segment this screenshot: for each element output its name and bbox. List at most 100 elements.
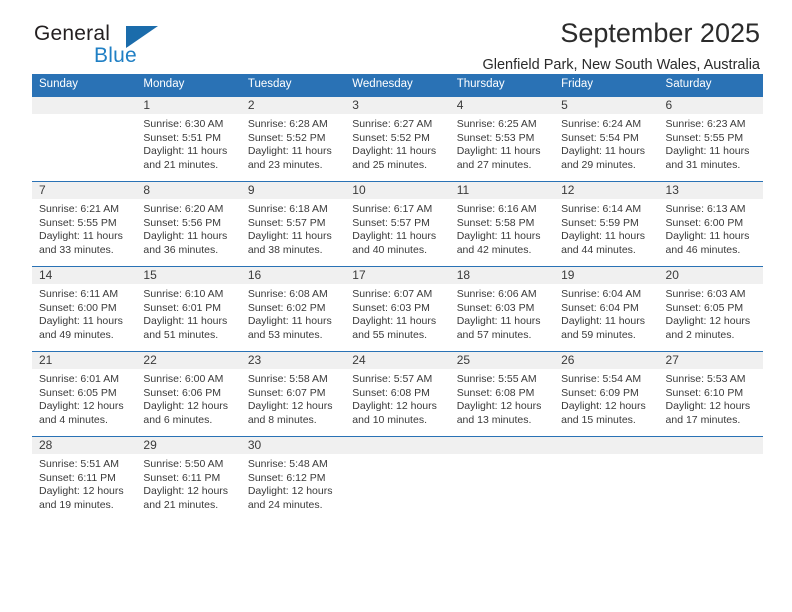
calendar-day-cell[interactable]: 14 Sunrise: 6:11 AM Sunset: 6:00 PM Dayligh… — [32, 266, 137, 352]
weekday-header-saturday: Saturday — [658, 74, 763, 97]
daylight-duration-cont: and 8 minutes. — [247, 413, 317, 426]
page-header: General Blue September 2025 Glenfield Pa… — [30, 0, 762, 74]
calendar-day-cell[interactable]: 6 Sunrise: 6:23 AM Sunset: 5:55 PM Daylight… — [658, 96, 763, 182]
daylight-duration-cont: and 25 minutes. — [352, 158, 427, 171]
day-details — [450, 454, 554, 458]
sunset-time: Sunset: 6:08 PM — [352, 386, 430, 399]
day-details: Sunrise: 6:27 AM Sunset: 5:52 PM Daylight:… — [345, 114, 449, 172]
day-cell-content: 20 Sunrise: 6:03 AM Sunset: 6:05 PM Dayligh… — [658, 267, 763, 351]
calendar-day-cell[interactable]: 15 Sunrise: 6:10 AM Sunset: 6:01 PM Dayligh… — [136, 266, 241, 352]
daylight-duration-cont: and 23 minutes. — [247, 158, 323, 171]
sunset-time: Sunset: 5:52 PM — [352, 131, 430, 144]
day-number — [658, 437, 763, 454]
weekday-header-thursday: Thursday — [449, 74, 555, 97]
day-cell-content: 7 Sunrise: 6:21 AM Sunset: 5:55 PM Daylight… — [32, 182, 137, 266]
calendar-day-cell[interactable]: 12 Sunrise: 6:14 AM Sunset: 5:59 PM Dayligh… — [554, 181, 659, 267]
sunrise-time: Sunrise: 6:21 AM — [39, 203, 119, 215]
calendar-day-cell[interactable]: 23 Sunrise: 5:58 AM Sunset: 6:07 PM Dayligh… — [240, 351, 346, 437]
daylight-duration-cont: and 49 minutes. — [39, 328, 114, 341]
day-details: Sunrise: 6:11 AM Sunset: 6:00 PM Daylight:… — [32, 284, 136, 342]
calendar-day-cell[interactable]: 26 Sunrise: 5:54 AM Sunset: 6:09 PM Dayligh… — [554, 351, 659, 437]
sunset-time: Sunset: 6:10 PM — [665, 386, 744, 399]
calendar-week-row: 28 Sunrise: 5:51 AM Sunset: 6:11 PM Dayligh… — [32, 436, 763, 521]
calendar-empty-cell — [449, 436, 555, 521]
weekday-header-monday: Monday — [136, 74, 241, 97]
day-cell-content: 26 Sunrise: 5:54 AM Sunset: 6:09 PM Dayligh… — [554, 352, 659, 436]
daylight-duration-cont: and 6 minutes. — [143, 413, 213, 426]
sunset-time: Sunset: 6:02 PM — [247, 301, 326, 314]
daylight-duration-cont: and 24 minutes. — [247, 498, 323, 511]
calendar-day-cell[interactable]: 21 Sunrise: 6:01 AM Sunset: 6:05 PM Dayligh… — [32, 351, 137, 437]
day-cell-content: 16 Sunrise: 6:08 AM Sunset: 6:02 PM Dayligh… — [240, 267, 346, 351]
day-details: Sunrise: 6:18 AM Sunset: 5:57 PM Daylight:… — [241, 199, 345, 257]
calendar-day-cell[interactable]: 19 Sunrise: 6:04 AM Sunset: 6:04 PM Dayligh… — [554, 266, 659, 352]
daylight-duration: Daylight: 11 hours — [143, 315, 228, 328]
calendar-day-cell[interactable]: 4 Sunrise: 6:25 AM Sunset: 5:53 PM Daylight… — [449, 96, 555, 182]
day-details: Sunrise: 5:53 AM Sunset: 6:10 PM Daylight:… — [659, 369, 763, 427]
daylight-duration-cont: and 40 minutes. — [352, 243, 427, 256]
calendar-day-cell[interactable]: 30 Sunrise: 5:48 AM Sunset: 6:12 PM Dayligh… — [240, 436, 346, 521]
sunset-time: Sunset: 6:00 PM — [39, 301, 117, 314]
sunset-time: Sunset: 6:03 PM — [352, 301, 430, 314]
daylight-duration: Daylight: 12 hours — [665, 400, 751, 413]
calendar-day-cell[interactable]: 28 Sunrise: 5:51 AM Sunset: 6:11 PM Dayligh… — [32, 436, 137, 521]
calendar-day-cell[interactable]: 29 Sunrise: 5:50 AM Sunset: 6:11 PM Dayligh… — [136, 436, 241, 521]
day-details: Sunrise: 6:20 AM Sunset: 5:56 PM Daylight:… — [136, 199, 240, 257]
day-number: 17 — [345, 267, 450, 284]
day-details: Sunrise: 5:51 AM Sunset: 6:11 PM Daylight:… — [32, 454, 136, 512]
sunrise-time: Sunrise: 6:10 AM — [143, 288, 224, 300]
calendar-day-cell[interactable]: 13 Sunrise: 6:13 AM Sunset: 6:00 PM Dayligh… — [658, 181, 763, 267]
sunset-time: Sunset: 6:05 PM — [665, 301, 744, 314]
calendar-day-cell[interactable]: 1 Sunrise: 6:30 AM Sunset: 5:51 PM Daylight… — [136, 96, 241, 182]
calendar-day-cell[interactable]: 2 Sunrise: 6:28 AM Sunset: 5:52 PM Daylight… — [240, 96, 346, 182]
daylight-duration: Daylight: 11 hours — [456, 315, 541, 328]
day-cell-content: 25 Sunrise: 5:55 AM Sunset: 6:08 PM Dayligh… — [449, 352, 555, 436]
sunrise-time: Sunrise: 6:03 AM — [665, 288, 746, 300]
calendar-day-cell[interactable]: 18 Sunrise: 6:06 AM Sunset: 6:03 PM Dayligh… — [449, 266, 555, 352]
sunset-time: Sunset: 5:53 PM — [456, 131, 535, 144]
calendar-day-cell[interactable]: 22 Sunrise: 6:00 AM Sunset: 6:06 PM Dayligh… — [136, 351, 241, 437]
calendar-day-cell[interactable]: 7 Sunrise: 6:21 AM Sunset: 5:55 PM Daylight… — [32, 181, 137, 267]
daylight-duration: Daylight: 11 hours — [39, 315, 123, 328]
calendar-day-cell[interactable]: 5 Sunrise: 6:24 AM Sunset: 5:54 PM Daylight… — [554, 96, 659, 182]
calendar-day-cell[interactable]: 24 Sunrise: 5:57 AM Sunset: 6:08 PM Dayligh… — [345, 351, 450, 437]
day-cell-content: 14 Sunrise: 6:11 AM Sunset: 6:00 PM Dayligh… — [32, 267, 137, 351]
sunrise-time: Sunrise: 6:13 AM — [665, 203, 746, 215]
sunset-time: Sunset: 6:04 PM — [561, 301, 639, 314]
sunrise-time: Sunrise: 6:16 AM — [456, 203, 537, 215]
day-number: 5 — [554, 97, 659, 114]
calendar-day-cell[interactable]: 3 Sunrise: 6:27 AM Sunset: 5:52 PM Daylight… — [345, 96, 450, 182]
day-cell-content: 10 Sunrise: 6:17 AM Sunset: 5:57 PM Dayligh… — [345, 182, 450, 266]
day-details: Sunrise: 6:01 AM Sunset: 6:05 PM Daylight:… — [32, 369, 136, 427]
sunrise-time: Sunrise: 6:11 AM — [39, 288, 119, 300]
calendar-day-cell[interactable]: 16 Sunrise: 6:08 AM Sunset: 6:02 PM Dayligh… — [240, 266, 346, 352]
daylight-duration-cont: and 21 minutes. — [143, 498, 219, 511]
brand-name-general: General — [34, 22, 111, 45]
brand-logo[interactable]: General Blue — [34, 22, 214, 72]
day-cell-content: 18 Sunrise: 6:06 AM Sunset: 6:03 PM Dayligh… — [449, 267, 555, 351]
daylight-duration-cont: and 57 minutes. — [456, 328, 532, 341]
day-details: Sunrise: 6:10 AM Sunset: 6:01 PM Daylight:… — [136, 284, 240, 342]
day-details: Sunrise: 6:17 AM Sunset: 5:57 PM Daylight:… — [345, 199, 449, 257]
day-number: 13 — [658, 182, 763, 199]
calendar-day-cell[interactable]: 8 Sunrise: 6:20 AM Sunset: 5:56 PM Daylight… — [136, 181, 241, 267]
day-number: 4 — [449, 97, 555, 114]
sunset-time: Sunset: 6:09 PM — [561, 386, 639, 399]
day-details: Sunrise: 6:13 AM Sunset: 6:00 PM Daylight:… — [659, 199, 763, 257]
daylight-duration: Daylight: 12 hours — [247, 400, 333, 413]
day-cell-content: 30 Sunrise: 5:48 AM Sunset: 6:12 PM Dayligh… — [240, 437, 346, 521]
sunset-time: Sunset: 6:06 PM — [143, 386, 222, 399]
day-number — [345, 437, 450, 454]
day-number: 24 — [345, 352, 450, 369]
calendar-week-row: 21 Sunrise: 6:01 AM Sunset: 6:05 PM Dayligh… — [32, 351, 763, 437]
daylight-duration: Daylight: 12 hours — [143, 400, 229, 413]
calendar-day-cell[interactable]: 25 Sunrise: 5:55 AM Sunset: 6:08 PM Dayligh… — [449, 351, 555, 437]
daylight-duration-cont: and 55 minutes. — [352, 328, 427, 341]
calendar-day-cell[interactable]: 17 Sunrise: 6:07 AM Sunset: 6:03 PM Dayligh… — [345, 266, 450, 352]
calendar-day-cell[interactable]: 9 Sunrise: 6:18 AM Sunset: 5:57 PM Daylight… — [240, 181, 346, 267]
calendar-day-cell[interactable]: 20 Sunrise: 6:03 AM Sunset: 6:05 PM Dayligh… — [658, 266, 763, 352]
calendar-day-cell[interactable]: 10 Sunrise: 6:17 AM Sunset: 5:57 PM Dayligh… — [345, 181, 450, 267]
calendar-day-cell[interactable]: 27 Sunrise: 5:53 AM Sunset: 6:10 PM Dayligh… — [658, 351, 763, 437]
calendar-day-cell[interactable]: 11 Sunrise: 6:16 AM Sunset: 5:58 PM Dayligh… — [449, 181, 555, 267]
day-number: 26 — [554, 352, 659, 369]
